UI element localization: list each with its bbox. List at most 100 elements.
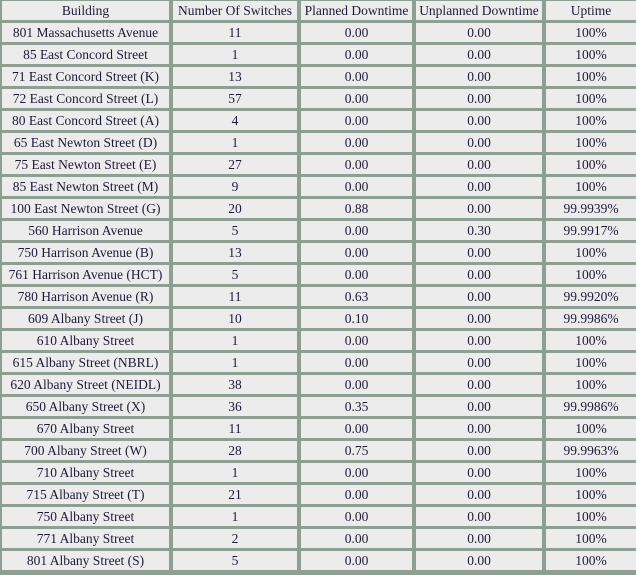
- cell-building: 780 Harrison Avenue (R): [1, 287, 173, 309]
- cell-planned-downtime: 0.00: [301, 419, 416, 441]
- table-row: 750 Albany Street 1 0.00 0.00 100%: [1, 507, 636, 529]
- cell-unplanned-downtime: 0.00: [416, 199, 546, 221]
- cell-number-of-switches: 1: [173, 133, 301, 155]
- table-row: 615 Albany Street (NBRL) 1 0.00 0.00 100%: [1, 353, 636, 375]
- cell-building: 750 Harrison Avenue (B): [1, 243, 173, 265]
- cell-building: 801 Albany Street (S): [1, 551, 173, 573]
- cell-uptime: 100%: [546, 419, 636, 441]
- table-row: 72 East Concord Street (L) 57 0.00 0.00 100%: [1, 89, 636, 111]
- cell-planned-downtime: 0.75: [301, 441, 416, 463]
- cell-unplanned-downtime: 0.00: [416, 309, 546, 331]
- cell-unplanned-downtime: 0.00: [416, 397, 546, 419]
- table-row: 670 Albany Street 11 0.00 0.00 100%: [1, 419, 636, 441]
- cell-building: 670 Albany Street: [1, 419, 173, 441]
- cell-number-of-switches: 1: [173, 45, 301, 67]
- cell-uptime: 99.9986%: [546, 309, 636, 331]
- cell-number-of-switches: 1: [173, 463, 301, 485]
- cell-planned-downtime: 0.00: [301, 67, 416, 89]
- cell-planned-downtime: 0.63: [301, 287, 416, 309]
- cell-building: 715 Albany Street (T): [1, 485, 173, 507]
- header-building: Building: [1, 1, 173, 23]
- table-row: 750 Harrison Avenue (B) 13 0.00 0.00 100%: [1, 243, 636, 265]
- table-row: 85 East Newton Street (M) 9 0.00 0.00 100%: [1, 177, 636, 199]
- cell-uptime: 100%: [546, 67, 636, 89]
- cell-building: 80 East Concord Street (A): [1, 111, 173, 133]
- cell-unplanned-downtime: 0.00: [416, 551, 546, 573]
- table-row: 100 East Newton Street (G) 20 0.88 0.00 99.9…: [1, 199, 636, 221]
- cell-number-of-switches: 4: [173, 111, 301, 133]
- header-uptime: Uptime: [546, 1, 636, 23]
- cell-number-of-switches: 38: [173, 375, 301, 397]
- table-row: 71 East Concord Street (K) 13 0.00 0.00 100%: [1, 67, 636, 89]
- cell-unplanned-downtime: 0.00: [416, 177, 546, 199]
- cell-number-of-switches: 5: [173, 265, 301, 287]
- cell-number-of-switches: 1: [173, 507, 301, 529]
- cell-unplanned-downtime: 0.00: [416, 23, 546, 45]
- cell-uptime: 100%: [546, 265, 636, 287]
- table-row: 780 Harrison Avenue (R) 11 0.63 0.00 99.9920…: [1, 287, 636, 309]
- table-row: 560 Harrison Avenue 5 0.00 0.30 99.9917%: [1, 221, 636, 243]
- cell-number-of-switches: 27: [173, 155, 301, 177]
- cell-planned-downtime: 0.00: [301, 243, 416, 265]
- cell-number-of-switches: 5: [173, 221, 301, 243]
- cell-number-of-switches: 11: [173, 23, 301, 45]
- cell-planned-downtime: 0.10: [301, 309, 416, 331]
- table-row: 620 Albany Street (NEIDL) 38 0.00 0.00 100%: [1, 375, 636, 397]
- cell-uptime: 100%: [546, 485, 636, 507]
- cell-number-of-switches: 11: [173, 419, 301, 441]
- cell-planned-downtime: 0.00: [301, 507, 416, 529]
- cell-planned-downtime: 0.00: [301, 463, 416, 485]
- header-planned-downtime: Planned Downtime: [301, 1, 416, 23]
- cell-uptime: 100%: [546, 529, 636, 551]
- table-row: 771 Albany Street 2 0.00 0.00 100%: [1, 529, 636, 551]
- cell-uptime: 99.9939%: [546, 199, 636, 221]
- cell-unplanned-downtime: 0.00: [416, 133, 546, 155]
- cell-unplanned-downtime: 0.00: [416, 287, 546, 309]
- cell-uptime: 100%: [546, 243, 636, 265]
- cell-planned-downtime: 0.35: [301, 397, 416, 419]
- cell-uptime: 100%: [546, 507, 636, 529]
- cell-unplanned-downtime: 0.00: [416, 243, 546, 265]
- table-row: 801 Albany Street (S) 5 0.00 0.00 100%: [1, 551, 636, 573]
- cell-number-of-switches: 57: [173, 89, 301, 111]
- cell-uptime: 100%: [546, 133, 636, 155]
- cell-uptime: 100%: [546, 353, 636, 375]
- cell-number-of-switches: 2: [173, 529, 301, 551]
- table-row: 65 East Newton Street (D) 1 0.00 0.00 100%: [1, 133, 636, 155]
- cell-building: 71 East Concord Street (K): [1, 67, 173, 89]
- cell-planned-downtime: 0.00: [301, 375, 416, 397]
- cell-unplanned-downtime: 0.00: [416, 45, 546, 67]
- cell-planned-downtime: 0.00: [301, 331, 416, 353]
- cell-planned-downtime: 0.00: [301, 221, 416, 243]
- cell-uptime: 100%: [546, 331, 636, 353]
- cell-planned-downtime: 0.00: [301, 485, 416, 507]
- cell-number-of-switches: 1: [173, 353, 301, 375]
- building-uptime-table: Building Number Of Switches Planned Down…: [0, 0, 636, 575]
- cell-uptime: 100%: [546, 463, 636, 485]
- cell-building: 85 East Concord Street: [1, 45, 173, 67]
- table-row: 715 Albany Street (T) 21 0.00 0.00 100%: [1, 485, 636, 507]
- cell-number-of-switches: 21: [173, 485, 301, 507]
- cell-number-of-switches: 13: [173, 243, 301, 265]
- cell-number-of-switches: 13: [173, 67, 301, 89]
- table-row: 710 Albany Street 1 0.00 0.00 100%: [1, 463, 636, 485]
- cell-uptime: 100%: [546, 23, 636, 45]
- cell-planned-downtime: 0.00: [301, 23, 416, 45]
- cell-building: 615 Albany Street (NBRL): [1, 353, 173, 375]
- cell-unplanned-downtime: 0.30: [416, 221, 546, 243]
- cell-planned-downtime: 0.00: [301, 133, 416, 155]
- cell-unplanned-downtime: 0.00: [416, 67, 546, 89]
- cell-uptime: 100%: [546, 155, 636, 177]
- cell-building: 761 Harrison Avenue (HCT): [1, 265, 173, 287]
- cell-uptime: 100%: [546, 177, 636, 199]
- cell-unplanned-downtime: 0.00: [416, 463, 546, 485]
- cell-building: 801 Massachusetts Avenue: [1, 23, 173, 45]
- cell-building: 100 East Newton Street (G): [1, 199, 173, 221]
- cell-number-of-switches: 5: [173, 551, 301, 573]
- cell-uptime: 99.9920%: [546, 287, 636, 309]
- cell-uptime: 100%: [546, 111, 636, 133]
- cell-building: 85 East Newton Street (M): [1, 177, 173, 199]
- cell-planned-downtime: 0.00: [301, 353, 416, 375]
- cell-planned-downtime: 0.00: [301, 111, 416, 133]
- cell-planned-downtime: 0.00: [301, 177, 416, 199]
